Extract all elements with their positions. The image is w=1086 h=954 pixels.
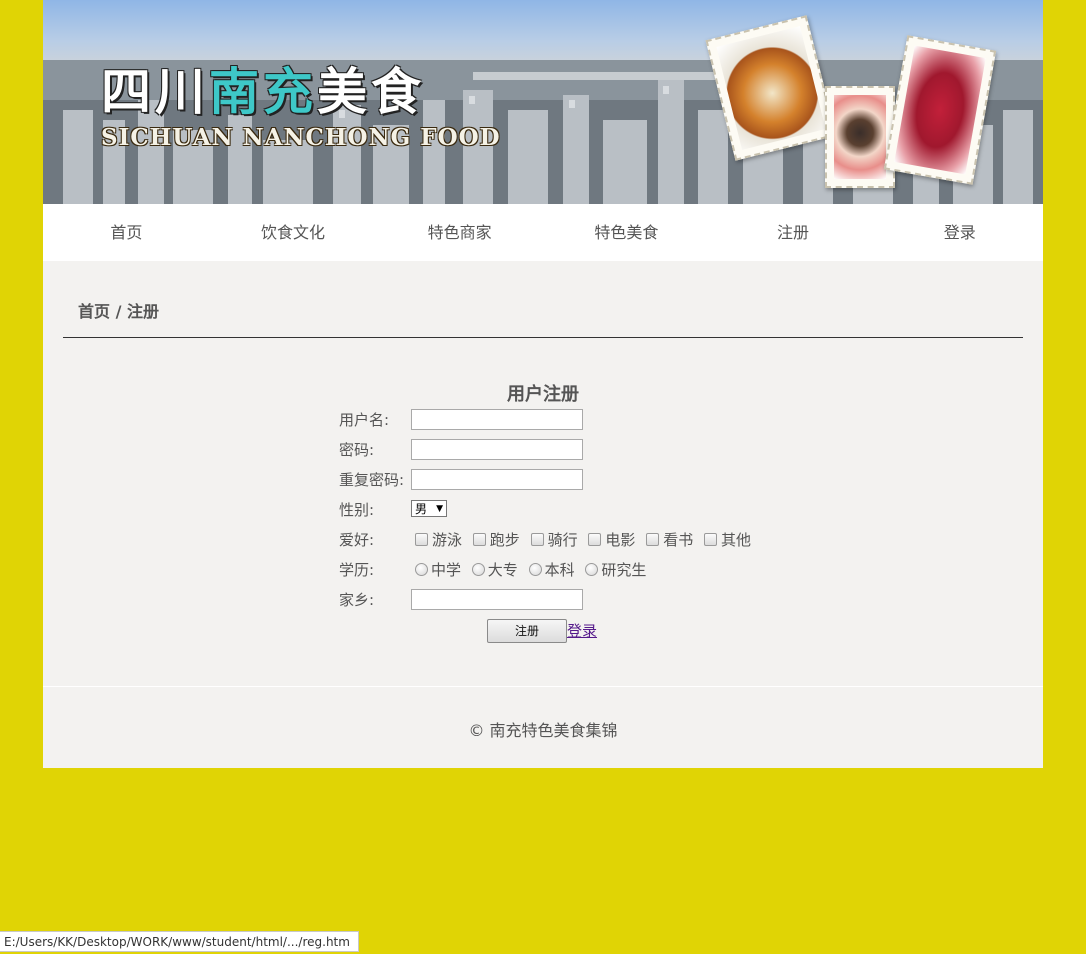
gender-select[interactable]: 男 ▼ [411, 500, 447, 517]
checkbox-icon[interactable] [415, 533, 428, 546]
nav-home[interactable]: 首页 [43, 204, 210, 261]
hometown-label: 家乡: [339, 591, 375, 609]
gender-select-value: 男 [415, 502, 428, 516]
education-option-label: 本科 [544, 561, 575, 579]
hobby-option-label: 看书 [663, 531, 694, 549]
logo-prefix: 四川 [101, 63, 209, 121]
form-title: 用户注册 [507, 384, 579, 405]
education-option-label: 中学 [431, 561, 462, 579]
nav-featured-food[interactable]: 特色美食 [543, 204, 710, 261]
checkbox-icon[interactable] [646, 533, 660, 546]
hobby-option-label: 跑步 [489, 531, 520, 549]
radio-icon[interactable] [471, 563, 485, 576]
breadcrumb-divider [63, 337, 1023, 338]
education-options: 中学 大专 本科 研究生 [415, 558, 652, 582]
password-input[interactable] [411, 439, 583, 460]
food-stamp-dessert [825, 86, 895, 188]
hobby-option[interactable]: 其他 [703, 528, 751, 552]
nav-food-culture[interactable]: 饮食文化 [210, 204, 377, 261]
logo-highlight: 南充 [209, 63, 317, 121]
radio-icon[interactable] [415, 563, 428, 576]
education-option[interactable]: 本科 [528, 558, 575, 582]
hometown-row: 家乡: [339, 588, 583, 612]
education-option-label: 大专 [487, 561, 518, 579]
hobby-option[interactable]: 看书 [646, 528, 693, 552]
footer-divider [43, 686, 1043, 687]
footer-copyright: © 南充特色美食集锦 [468, 721, 618, 740]
username-input[interactable] [411, 409, 583, 430]
header-banner: 四川南充美食 SICHUAN NANCHONG FOOD [43, 0, 1043, 204]
breadcrumb: 首页 / 注册 [78, 302, 159, 321]
education-option[interactable]: 大专 [471, 558, 518, 582]
hobby-options: 游泳 跑步 骑行 电影 看书 其他 [415, 528, 757, 552]
password-label: 密码: [339, 441, 375, 459]
checkbox-icon[interactable] [703, 533, 717, 546]
checkbox-icon[interactable] [530, 533, 544, 546]
page-container: 四川南充美食 SICHUAN NANCHONG FOOD 首页 饮食文化 特色商… [43, 0, 1043, 768]
password-row: 密码: [339, 438, 583, 462]
hobby-option-label: 骑行 [547, 531, 578, 549]
hobby-option-label: 游泳 [432, 531, 463, 549]
main-nav: 首页 饮食文化 特色商家 特色美食 注册 登录 [43, 204, 1043, 261]
gender-label: 性别: [339, 501, 375, 519]
hobby-option[interactable]: 跑步 [472, 528, 520, 552]
logo-suffix: 美食 [317, 63, 425, 121]
gender-row: 性别: 男 ▼ [339, 498, 447, 522]
site-logo[interactable]: 四川南充美食 [101, 52, 425, 124]
hobby-option-label: 其他 [720, 531, 751, 549]
nav-register[interactable]: 注册 [710, 204, 877, 261]
repeat-password-row: 重复密码: [339, 468, 583, 492]
repeat-password-label: 重复密码: [339, 471, 405, 489]
register-submit-button[interactable]: 注册 [487, 619, 567, 643]
education-row: 学历: 中学 大专 本科 研究生 [339, 558, 646, 582]
hobby-label: 爱好: [339, 531, 375, 549]
browser-status-bar: E:/Users/KK/Desktop/WORK/www/student/htm… [0, 931, 359, 952]
hobby-option-label: 电影 [605, 531, 636, 549]
dropdown-arrow-icon: ▼ [436, 504, 443, 514]
education-option-label: 研究生 [601, 561, 647, 579]
hometown-input[interactable] [411, 589, 583, 610]
checkbox-icon[interactable] [472, 533, 486, 546]
logo-english: SICHUAN NANCHONG FOOD [101, 124, 501, 151]
hobby-option[interactable]: 电影 [588, 528, 635, 552]
username-row: 用户名: [339, 408, 583, 432]
hobby-row: 爱好: 游泳 跑步 骑行 电影 看书 其他 [339, 528, 751, 552]
repeat-password-input[interactable] [411, 469, 583, 490]
radio-icon[interactable] [585, 563, 599, 576]
checkbox-icon[interactable] [588, 533, 602, 546]
education-option[interactable]: 研究生 [585, 558, 646, 582]
radio-icon[interactable] [528, 563, 542, 576]
hobby-option[interactable]: 骑行 [530, 528, 578, 552]
hobby-option[interactable]: 游泳 [415, 528, 462, 552]
education-option[interactable]: 中学 [415, 558, 461, 582]
nav-login[interactable]: 登录 [876, 204, 1043, 261]
education-label: 学历: [339, 561, 375, 579]
username-label: 用户名: [339, 411, 390, 429]
login-link[interactable]: 登录 [567, 620, 597, 641]
nav-featured-merchants[interactable]: 特色商家 [376, 204, 543, 261]
